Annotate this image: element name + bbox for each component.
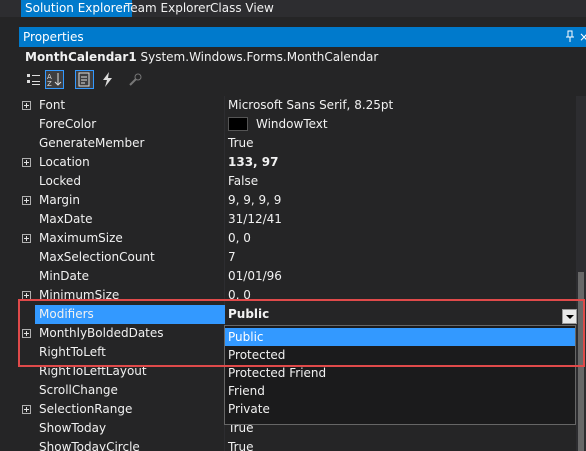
object-name: MonthCalendar1 <box>25 50 137 64</box>
events-icon[interactable] <box>98 70 117 89</box>
property-name: Location <box>39 155 90 169</box>
properties-header: Properties × <box>19 27 586 47</box>
property-name: MaxSelectionCount <box>39 250 155 264</box>
property-name: Font <box>39 98 66 112</box>
property-value[interactable]: Public <box>228 305 269 324</box>
property-value[interactable]: 31/12/41 <box>228 210 282 229</box>
property-row-maxselectioncount[interactable]: MaxSelectionCount 7 <box>19 248 576 267</box>
dropdown-option-friend[interactable]: Friend <box>225 382 575 400</box>
tab-solution-explorer[interactable]: Solution Explorer <box>21 0 132 17</box>
scrollbar-thumb[interactable] <box>578 272 584 451</box>
property-row-font[interactable]: Font Microsoft Sans Serif, 8.25pt <box>19 96 576 115</box>
dropdown-option-protected-friend[interactable]: Protected Friend <box>225 364 575 382</box>
property-value[interactable]: Microsoft Sans Serif, 8.25pt <box>228 96 393 115</box>
tab-team-explorer[interactable]: Team Explorer <box>121 0 215 17</box>
property-row-minimumsize[interactable]: MinimumSize 0, 0 <box>19 286 576 305</box>
property-pages-icon[interactable] <box>126 70 145 89</box>
categorized-icon[interactable] <box>24 70 43 89</box>
chevron-down-icon[interactable] <box>562 309 577 324</box>
panel-title: Properties <box>23 30 84 44</box>
expand-icon[interactable] <box>22 196 31 205</box>
property-row-forecolor[interactable]: ForeColor WindowText <box>19 115 576 134</box>
property-value[interactable]: 9, 9, 9, 9 <box>228 191 281 210</box>
property-name: Locked <box>39 174 81 188</box>
expand-icon[interactable] <box>22 405 31 414</box>
close-icon[interactable]: × <box>579 27 586 47</box>
property-value[interactable]: True <box>228 134 254 153</box>
property-value[interactable]: 133, 97 <box>228 153 278 172</box>
property-name: SelectionRange <box>39 402 133 416</box>
property-row-location[interactable]: Location 133, 97 <box>19 153 576 172</box>
alphabetical-icon[interactable]: AZ <box>45 70 64 89</box>
property-name: MinDate <box>39 269 89 283</box>
property-row-mindate[interactable]: MinDate 01/01/96 <box>19 267 576 286</box>
property-name: Modifiers <box>39 307 94 321</box>
property-row-generatemember[interactable]: GenerateMember True <box>19 134 576 153</box>
property-row-showtodaycircle[interactable]: ShowTodayCircle True <box>19 438 576 451</box>
property-name: ShowTodayCircle <box>39 440 140 451</box>
tool-window-tabs: Solution Explorer Team Explorer Class Vi… <box>0 0 586 17</box>
expand-icon[interactable] <box>22 234 31 243</box>
property-name: MaximumSize <box>39 231 123 245</box>
property-row-maxdate[interactable]: MaxDate 31/12/41 <box>19 210 576 229</box>
property-name: MaxDate <box>39 212 93 226</box>
property-value[interactable]: WindowText <box>228 115 328 134</box>
property-row-modifiers[interactable]: Modifiers Public <box>19 305 576 324</box>
property-row-margin[interactable]: Margin 9, 9, 9, 9 <box>19 191 576 210</box>
property-name: ShowToday <box>39 421 107 435</box>
pin-icon[interactable] <box>565 28 575 46</box>
property-value[interactable]: 0, 0 <box>228 229 251 248</box>
expand-icon[interactable] <box>22 291 31 300</box>
object-selector[interactable]: MonthCalendar1 System.Windows.Forms.Mont… <box>19 47 586 67</box>
expand-icon[interactable] <box>22 158 31 167</box>
expand-icon[interactable] <box>22 101 31 110</box>
tab-class-view[interactable]: Class View <box>206 0 278 17</box>
property-name: ForeColor <box>39 117 97 131</box>
svg-text:Z: Z <box>47 80 52 88</box>
color-swatch <box>228 117 248 131</box>
dropdown-option-protected[interactable]: Protected <box>225 346 575 364</box>
property-name: Margin <box>39 193 80 207</box>
property-name: RightToLeft <box>39 345 106 359</box>
expand-icon[interactable] <box>22 329 31 338</box>
property-name: ScrollChange <box>39 383 118 397</box>
dropdown-option-public[interactable]: Public <box>225 328 575 346</box>
property-row-locked[interactable]: Locked False <box>19 172 576 191</box>
property-value[interactable]: True <box>228 438 254 451</box>
property-value[interactable]: 7 <box>228 248 236 267</box>
object-type: System.Windows.Forms.MonthCalendar <box>140 50 379 64</box>
dropdown-option-private[interactable]: Private <box>225 400 575 418</box>
properties-icon[interactable] <box>75 70 94 89</box>
properties-toolbar: AZ <box>19 67 586 94</box>
property-value-text: WindowText <box>256 117 328 131</box>
property-name: MonthlyBoldedDates <box>39 326 164 340</box>
property-value[interactable]: 01/01/96 <box>228 267 282 286</box>
property-name: MinimumSize <box>39 288 120 302</box>
property-name: GenerateMember <box>39 136 145 150</box>
property-value[interactable]: False <box>228 172 258 191</box>
property-name: RightToLeftLayout <box>39 364 147 378</box>
property-value[interactable]: 0, 0 <box>228 286 251 305</box>
property-row-maximumsize[interactable]: MaximumSize 0, 0 <box>19 229 576 248</box>
vertical-scrollbar[interactable] <box>576 96 586 451</box>
modifiers-dropdown-list: Public Protected Protected Friend Friend… <box>224 325 576 425</box>
